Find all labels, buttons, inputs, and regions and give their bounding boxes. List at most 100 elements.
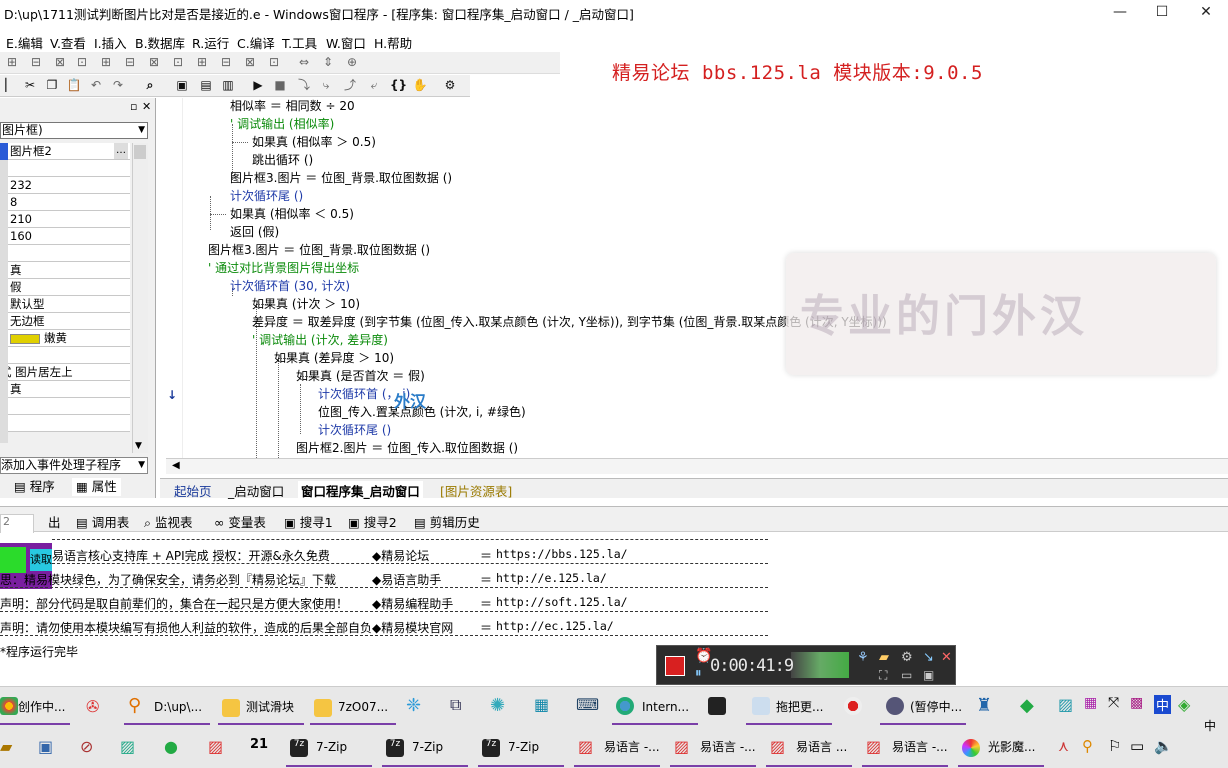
run-icon[interactable]: ▶ bbox=[250, 78, 266, 93]
taskbar-item[interactable]: D:\up\... bbox=[154, 695, 202, 719]
horizontal-scrollbar[interactable]: ◀ bbox=[166, 458, 1228, 474]
size-icon[interactable]: ⇕ bbox=[320, 55, 336, 70]
layout-icon[interactable]: ▥ bbox=[220, 78, 236, 93]
property-row[interactable] bbox=[0, 347, 130, 364]
property-row[interactable]: 真 bbox=[0, 262, 130, 279]
debug-icon[interactable]: ⚙ bbox=[442, 78, 458, 93]
taskbar-item[interactable]: 7-Zip bbox=[508, 735, 539, 759]
size-icon[interactable]: ⊕ bbox=[344, 55, 360, 70]
app-icon[interactable]: ▣ bbox=[38, 737, 53, 756]
app-icon[interactable]: ▰ bbox=[0, 737, 12, 756]
read-button[interactable]: 读取 bbox=[30, 549, 52, 571]
taskbar-item[interactable]: 7zO07... bbox=[338, 695, 388, 719]
app-icon[interactable]: ◈ bbox=[1178, 695, 1190, 714]
align-icon[interactable]: ⊡ bbox=[74, 55, 90, 70]
side-input[interactable]: 2 bbox=[0, 514, 34, 534]
search-icon[interactable]: ⚲ bbox=[1082, 737, 1093, 755]
undo-icon[interactable]: ↶ bbox=[88, 78, 104, 93]
tab-watch[interactable]: ⌕ 监视表 bbox=[144, 512, 193, 531]
property-row[interactable]: 假 bbox=[0, 279, 130, 296]
taskbar-item[interactable]: 7-Zip bbox=[316, 735, 347, 759]
menu-view[interactable]: V.查看 bbox=[50, 33, 86, 52]
step-icon[interactable]: ⤶ bbox=[366, 78, 382, 93]
code-line[interactable]: 如果真 (计次 ＞ 10) bbox=[252, 296, 360, 312]
ime-indicator[interactable]: 中 bbox=[1154, 695, 1172, 714]
paste-icon[interactable]: 📋 bbox=[66, 78, 82, 93]
zip-icon[interactable]: 7z bbox=[386, 739, 404, 757]
menu-database[interactable]: B.数据库 bbox=[135, 33, 185, 52]
menu-help[interactable]: H.帮助 bbox=[374, 33, 412, 52]
find-icon[interactable]: ⌕ bbox=[142, 78, 158, 93]
taskbar-item[interactable]: 测试滑块 bbox=[246, 695, 294, 719]
monitor-icon[interactable]: ▣ bbox=[923, 668, 934, 682]
property-row[interactable]: 8 bbox=[0, 194, 130, 211]
chevron-left-icon[interactable]: ◀ bbox=[172, 460, 180, 471]
taskbar-item[interactable]: Intern... bbox=[642, 695, 689, 719]
code-line[interactable]: 图片框3.图片 ＝ 位图_背景.取位图数据 () bbox=[230, 170, 452, 186]
property-row[interactable]: 式 图片居左上 bbox=[0, 364, 130, 381]
code-line[interactable]: 相似率 ＝ 相同数 ÷ 20 bbox=[230, 98, 355, 114]
code-line[interactable]: 返回 (假) bbox=[230, 224, 279, 240]
code-line[interactable]: 如果真 (差异度 ＞ 10) bbox=[274, 350, 394, 366]
menu-edit[interactable]: E.编辑 bbox=[6, 33, 43, 52]
hand-icon[interactable]: ✋ bbox=[412, 78, 428, 93]
ie-icon[interactable] bbox=[616, 697, 634, 715]
scroll-thumb[interactable] bbox=[134, 145, 146, 159]
align-icon[interactable]: ⊡ bbox=[266, 55, 282, 70]
taskbar-item[interactable]: 拖把更... bbox=[776, 695, 823, 719]
taskbar-item[interactable]: (暂停中... bbox=[910, 695, 962, 719]
property-row[interactable] bbox=[0, 415, 130, 432]
photo-app-icon[interactable] bbox=[962, 739, 980, 757]
app-icon[interactable]: ▩ bbox=[1130, 695, 1143, 711]
green-button[interactable] bbox=[0, 547, 26, 573]
chrome-icon[interactable] bbox=[0, 697, 18, 715]
property-row[interactable]: 210 bbox=[0, 211, 130, 228]
pin-icon[interactable]: ▫ bbox=[130, 100, 137, 113]
tab-output[interactable]: 出 bbox=[48, 512, 61, 531]
align-icon[interactable]: ⊠ bbox=[242, 55, 258, 70]
app-icon[interactable] bbox=[886, 697, 904, 715]
eyuyan-icon[interactable]: ▨ bbox=[578, 737, 593, 756]
tab-properties[interactable]: ▦ 属性 bbox=[72, 478, 121, 496]
code-line[interactable]: 跳出循环 () bbox=[252, 152, 313, 168]
step-icon[interactable]: ⤴ bbox=[342, 78, 358, 93]
property-row[interactable]: 默认型 bbox=[0, 296, 130, 313]
code-line[interactable]: 如果真 (是否首次 ＝ 假) bbox=[296, 368, 425, 384]
taskbar-item[interactable]: 易语言 -... bbox=[700, 735, 756, 759]
tab-clip-history[interactable]: ▤ 剪辑历史 bbox=[414, 512, 480, 531]
code-line[interactable]: 计次循环首 (30, 计次) bbox=[230, 278, 350, 294]
app-icon[interactable]: ⧉ bbox=[450, 695, 461, 715]
antenna-icon[interactable]: ⚘ bbox=[857, 650, 869, 665]
menu-insert[interactable]: I.插入 bbox=[94, 33, 127, 52]
app-icon[interactable]: ⤧ bbox=[1108, 695, 1119, 711]
ellipsis-button[interactable]: … bbox=[114, 143, 128, 159]
app-icon[interactable]: ▦ bbox=[534, 695, 549, 714]
property-row[interactable] bbox=[0, 398, 130, 415]
window-icon[interactable]: ▭ bbox=[901, 668, 912, 682]
cut-icon[interactable]: ✂ bbox=[22, 78, 38, 93]
gear-icon[interactable]: ⚙ bbox=[901, 650, 913, 665]
fullscreen-icon[interactable]: ⛶ bbox=[879, 668, 887, 683]
folder-icon[interactable]: ▰ bbox=[879, 650, 889, 665]
align-icon[interactable]: ⊟ bbox=[122, 55, 138, 70]
property-row[interactable]: 232 bbox=[0, 177, 130, 194]
eyuyan-icon[interactable]: ▨ bbox=[770, 737, 785, 756]
tab-variables[interactable]: ∞ 变量表 bbox=[214, 512, 266, 531]
network-icon[interactable]: ▭ bbox=[1130, 737, 1144, 755]
property-row[interactable]: 嫩黄 bbox=[0, 330, 130, 347]
network-icon[interactable]: ⌨ bbox=[576, 695, 599, 714]
event-combo[interactable]: 添加入事件处理子程序 ▼ bbox=[0, 457, 148, 474]
calendar-icon[interactable]: 21 bbox=[250, 737, 268, 752]
app-icon[interactable]: ♜ bbox=[976, 695, 992, 716]
app-icon[interactable]: ⊘ bbox=[80, 737, 93, 756]
menu-tools[interactable]: T.工具 bbox=[282, 33, 317, 52]
property-row[interactable]: 无边框 bbox=[0, 313, 130, 330]
align-icon[interactable]: ⊡ bbox=[170, 55, 186, 70]
arrow-icon[interactable]: ↘ bbox=[923, 650, 934, 665]
property-row[interactable] bbox=[0, 160, 130, 177]
code-line[interactable]: ' 调试输出 (相似率) bbox=[230, 116, 334, 132]
app-icon[interactable]: ❈ bbox=[406, 695, 421, 716]
taskbar-item[interactable]: 创作中... bbox=[18, 695, 65, 719]
tab-window-assembly[interactable]: 窗口程序集_启动窗口 bbox=[298, 481, 423, 500]
tab-call-stack[interactable]: ▤ 调用表 bbox=[76, 512, 129, 531]
